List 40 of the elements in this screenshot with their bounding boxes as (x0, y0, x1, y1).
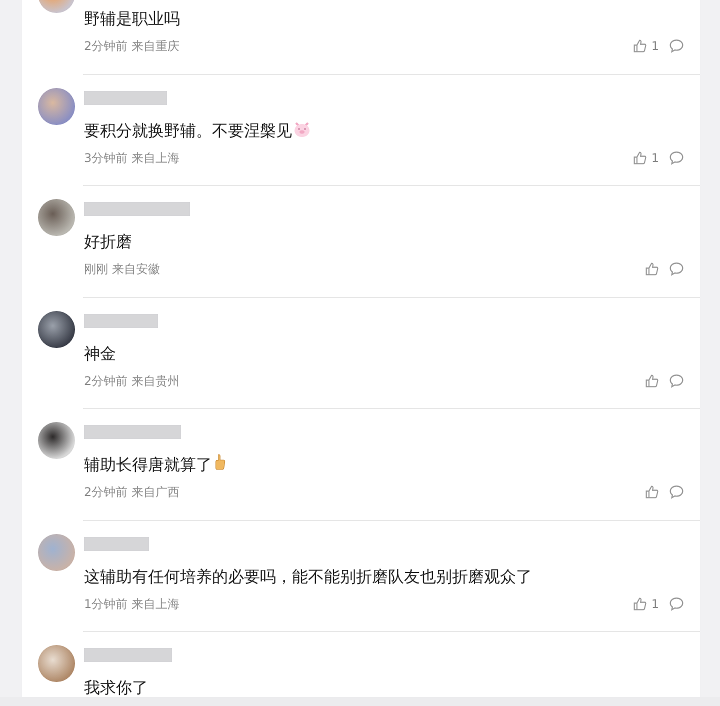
comment-time: 1分钟前 (84, 596, 128, 612)
comment-text: 好折磨 (84, 232, 132, 251)
comment-time: 刚刚 (84, 261, 108, 278)
thumbs-up-icon (214, 453, 226, 471)
like-count: 1 (651, 38, 659, 55)
comment-text: 辅助长得唐就算了 (84, 455, 212, 474)
reply-icon[interactable] (669, 150, 684, 164)
blurred-username (84, 536, 149, 550)
reply-icon[interactable] (669, 39, 684, 53)
comment-time: 2分钟前 (84, 372, 128, 390)
comment-text: 野辅是职业吗 (84, 9, 180, 28)
comment-location: 来自贵州 (132, 372, 180, 390)
comment-time: 3分钟前 (84, 150, 128, 166)
like-icon[interactable] (633, 596, 648, 610)
comment-location: 来自安徽 (112, 261, 160, 278)
reply-icon[interactable] (669, 485, 684, 499)
avatar[interactable] (38, 199, 75, 236)
like-icon[interactable] (645, 374, 659, 388)
comment-time: 2分钟前 (84, 38, 128, 55)
comment-text: 我求你了 (84, 678, 148, 697)
like-count: 1 (651, 150, 659, 166)
like-count: 1 (651, 596, 659, 612)
comment-text: 这辅助有任何培养的必要吗，能不能别折磨队友也别折磨观众了 (84, 566, 532, 586)
comment-time: 2分钟前 (84, 484, 128, 501)
avatar[interactable] (38, 422, 75, 459)
avatar[interactable] (38, 310, 75, 348)
reply-icon[interactable] (669, 374, 684, 388)
comment-location: 来自上海 (132, 150, 180, 166)
comment-location: 来自上海 (132, 596, 180, 612)
like-icon[interactable] (645, 485, 659, 499)
reply-icon[interactable] (669, 596, 684, 610)
comment-location: 来自重庆 (132, 38, 180, 55)
pig-face-icon (293, 120, 311, 138)
like-icon[interactable] (633, 150, 648, 164)
comment-text: 要积分就换野辅。不要涅槃见 (84, 120, 292, 140)
reply-icon[interactable] (669, 262, 684, 276)
comment-text: 神金 (84, 344, 116, 362)
comment-location: 来自广西 (132, 484, 180, 501)
like-icon[interactable] (645, 262, 659, 276)
like-icon[interactable] (633, 39, 648, 53)
